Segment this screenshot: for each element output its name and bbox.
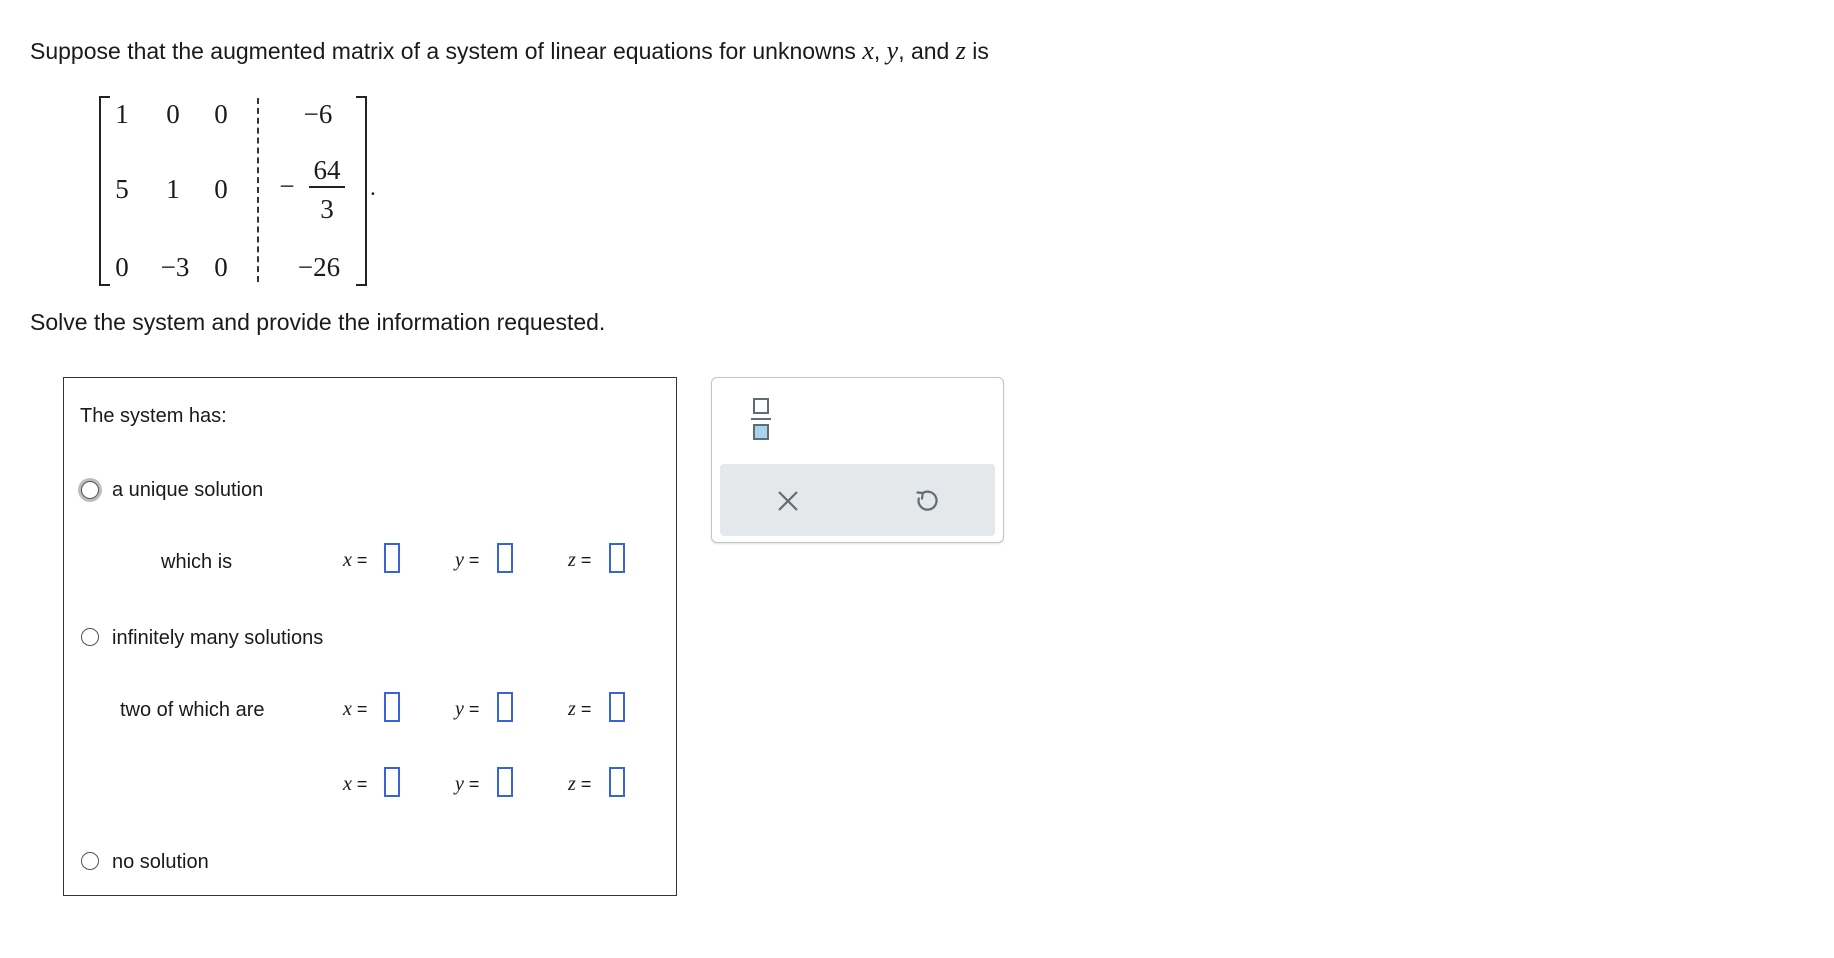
eq-label-x: x = — [343, 773, 368, 795]
infinite-sub-label: two of which are — [120, 699, 265, 721]
matrix-cell: −26 — [297, 252, 341, 282]
eq-label-y: y = — [455, 549, 480, 571]
infinite-2-x-input[interactable] — [384, 767, 400, 797]
instruction-text: Solve the system and provide the informa… — [30, 309, 606, 335]
var-x: x — [862, 36, 874, 65]
radio-unique-solution[interactable] — [81, 481, 99, 499]
panel-heading: The system has: — [80, 405, 227, 427]
matrix-cell: 5 — [115, 174, 129, 204]
unique-y-input[interactable] — [497, 543, 513, 573]
fraction-numerator: 64 — [313, 155, 341, 185]
matrix-cell: 0 — [166, 99, 180, 129]
radio-no-solution[interactable] — [81, 852, 99, 870]
unique-x-input[interactable] — [384, 543, 400, 573]
eq-label-z: z = — [568, 549, 592, 571]
undo-icon — [916, 490, 938, 511]
eq-label-z: z = — [568, 698, 592, 720]
option-none-label[interactable]: no solution — [112, 852, 209, 872]
eq-label-y: y = — [455, 773, 480, 795]
eq-label-y: y = — [455, 698, 480, 720]
matrix-cell: 1 — [166, 174, 180, 204]
answer-panel: The system has: a unique solution which … — [63, 377, 677, 896]
infinite-1-z-input[interactable] — [609, 692, 625, 722]
infinite-2-y-input[interactable] — [497, 767, 513, 797]
matrix-period: . — [370, 175, 376, 200]
math-toolbar — [711, 377, 1004, 543]
undo-button[interactable] — [914, 488, 940, 514]
fraction-button[interactable] — [750, 396, 772, 442]
prompt-text: Suppose that the augmented matrix of a s… — [30, 38, 863, 64]
var-z: z — [955, 36, 966, 65]
question-prompt: Suppose that the augmented matrix of a s… — [30, 38, 989, 64]
infinite-2-z-input[interactable] — [609, 767, 625, 797]
matrix-cell: 0 — [115, 252, 129, 282]
eq-label-x: x = — [343, 549, 368, 571]
matrix-cell: 0 — [214, 99, 228, 129]
unique-sub-label: which is — [161, 551, 233, 573]
var-y: y — [886, 36, 899, 65]
prompt-comma-1: , — [873, 38, 887, 64]
radio-infinite-solutions[interactable] — [81, 628, 99, 646]
matrix-cell: 1 — [115, 99, 129, 129]
toolbar-actions — [720, 464, 995, 536]
matrix-right-bracket — [356, 96, 367, 286]
matrix-cell: 0 — [214, 252, 228, 282]
x-icon — [778, 491, 798, 511]
matrix-cell: 0 — [214, 174, 228, 204]
infinite-1-y-input[interactable] — [497, 692, 513, 722]
fraction-sign: − — [279, 171, 295, 201]
fraction-bar — [309, 186, 345, 188]
eq-label-x: x = — [343, 698, 368, 720]
prompt-and: , and — [898, 38, 956, 64]
clear-button[interactable] — [776, 489, 800, 513]
unique-z-input[interactable] — [609, 543, 625, 573]
augment-divider — [257, 98, 259, 282]
matrix-cell: −6 — [303, 99, 333, 129]
matrix-cell: −3 — [160, 252, 190, 282]
prompt-end: is — [965, 38, 989, 64]
eq-label-z: z = — [568, 773, 592, 795]
infinite-1-x-input[interactable] — [384, 692, 400, 722]
option-infinite-label[interactable]: infinitely many solutions — [112, 628, 323, 648]
fraction-denominator: 3 — [320, 194, 334, 224]
fraction-icon — [751, 398, 771, 440]
option-unique-label[interactable]: a unique solution — [112, 480, 263, 500]
